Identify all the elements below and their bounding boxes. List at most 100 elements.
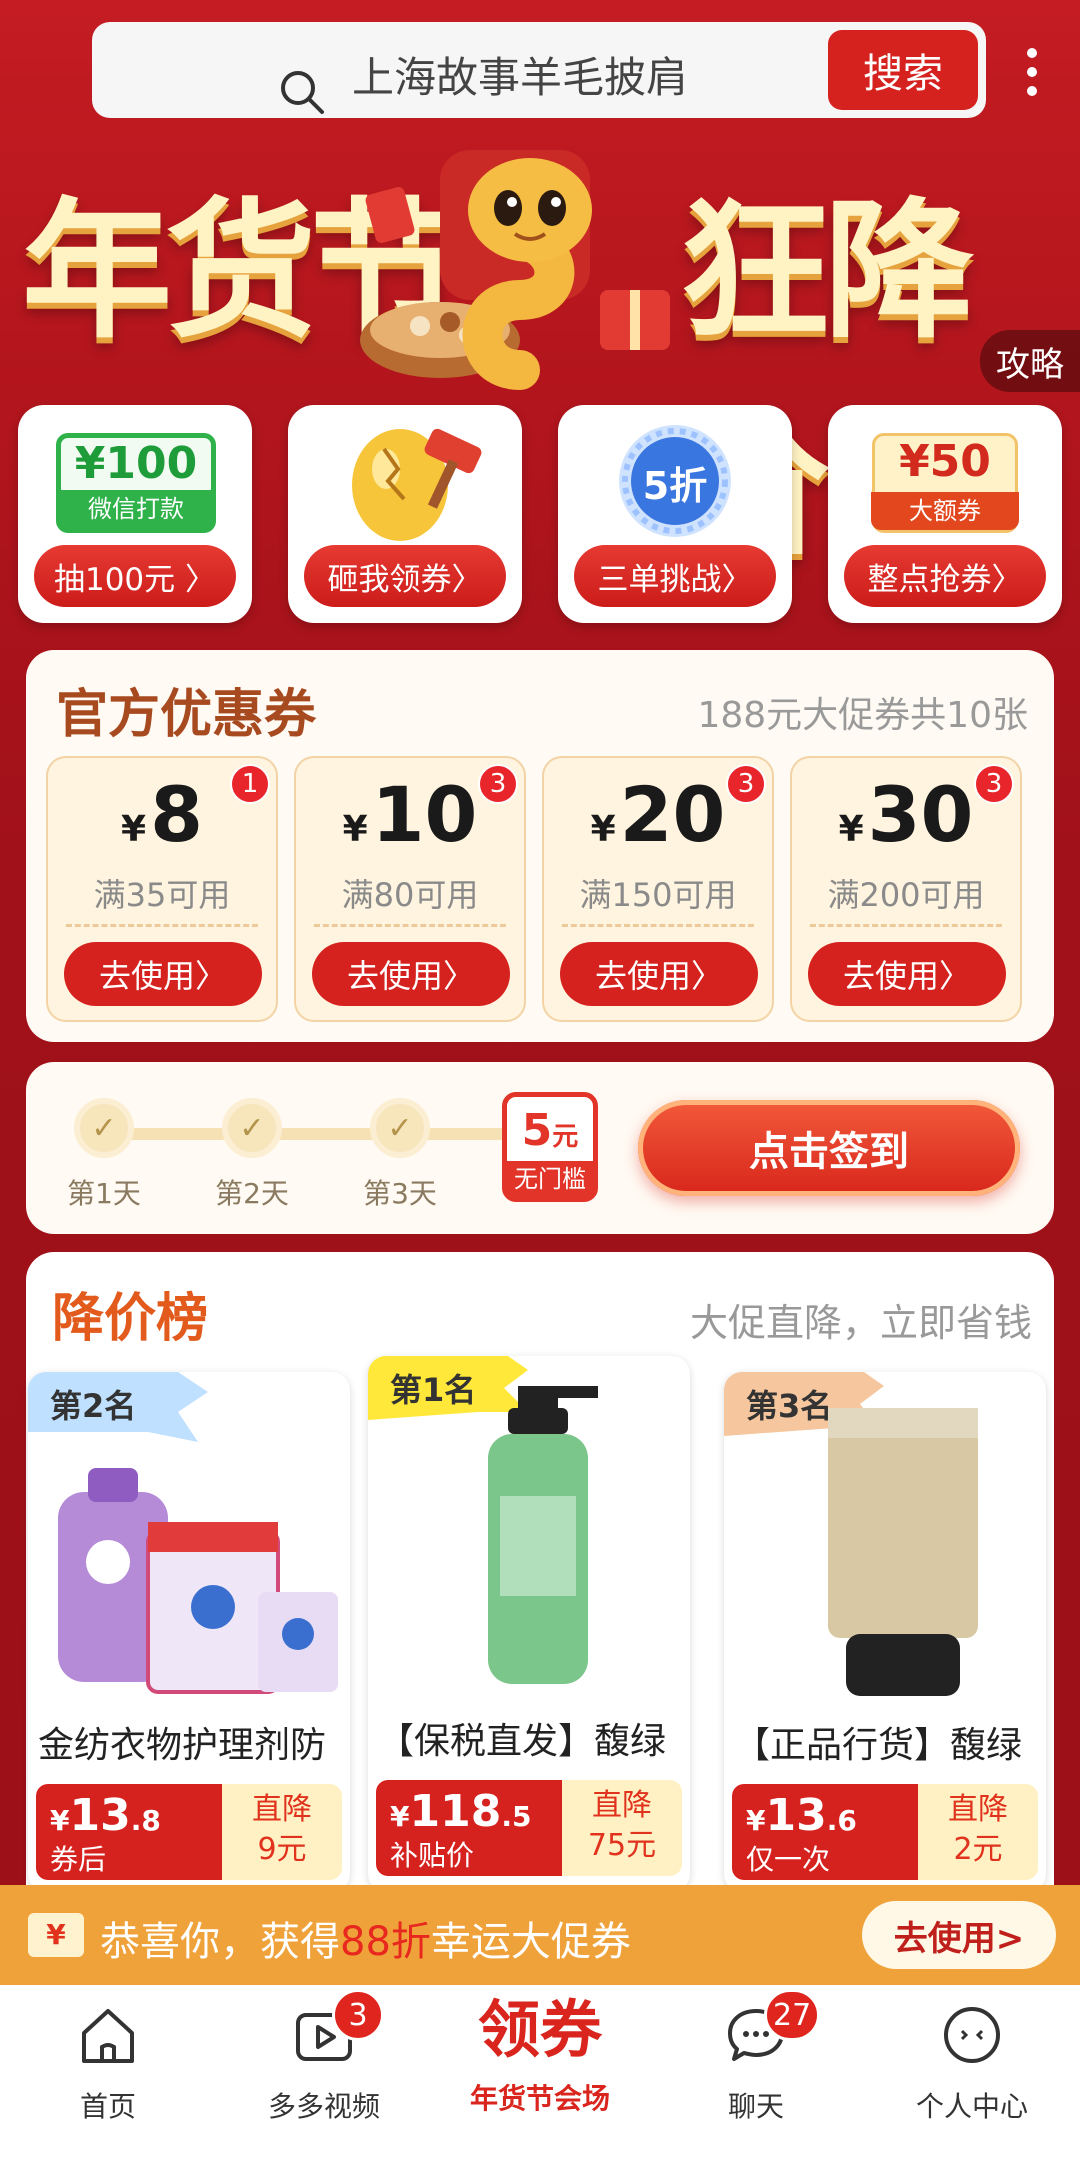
- product-name: 【正品行货】馥绿: [734, 1725, 1023, 1766]
- price-decimal: .8: [130, 1804, 161, 1837]
- video-badge: 3: [332, 1989, 384, 2041]
- guide-tag[interactable]: 攻略: [980, 330, 1080, 392]
- price-integer: 13: [69, 1790, 131, 1841]
- tab-big-text: 领券: [477, 1993, 602, 2066]
- toast-text-pre: 恭喜你，获得: [100, 1919, 340, 1965]
- product-name: 金纺衣物护理剂防: [38, 1725, 327, 1766]
- entry-label: 抽100元 〉: [34, 545, 236, 607]
- more-options-icon[interactable]: [1022, 48, 1042, 108]
- tab-label: 个人中心: [915, 2090, 1028, 2123]
- wechat-pay-label: 微信打款: [61, 490, 211, 528]
- drop-value: 9元: [257, 1832, 307, 1867]
- tab-label: 多多视频: [267, 2090, 380, 2123]
- tab-festival-venue[interactable]: 领券 年货节会场: [450, 1995, 630, 2117]
- tab-profile[interactable]: 个人中心: [882, 2003, 1062, 2125]
- toast-use-button[interactable]: 去使用>: [862, 1901, 1056, 1969]
- yen-sign: ¥: [746, 1804, 766, 1837]
- coupon-condition: 满150可用: [579, 876, 737, 914]
- toast-highlight: 88折: [340, 1919, 431, 1965]
- coupon-icon: ¥: [28, 1913, 84, 1957]
- price-note: 券后: [50, 1843, 107, 1876]
- price-note: 补贴价: [390, 1839, 475, 1872]
- drop-label: 直降: [948, 1792, 1008, 1827]
- sign-in-button[interactable]: 点击签到: [638, 1100, 1020, 1196]
- sign-in-panel: ✓ 第1天 ✓ 第2天 ✓ 第3天 5元 无门槛 点击签到: [26, 1062, 1054, 1234]
- wechat-cash-amount: ¥100: [74, 438, 198, 489]
- price-drop-ranking-panel: 降价榜 大促直降，立即省钱 第2名 金纺衣物护理剂防 ¥13.8 券后 直降 9…: [26, 1252, 1054, 1892]
- rank-tag: 第2名: [50, 1387, 137, 1425]
- coupon-count-badge: 1: [230, 764, 270, 804]
- ranking-subtitle: 大促直降，立即省钱: [689, 1301, 1032, 1345]
- day-label: 第1天: [67, 1177, 141, 1210]
- big-coupon-art: ¥50 大额券: [828, 419, 1062, 543]
- tab-home[interactable]: 首页: [18, 2003, 198, 2125]
- use-coupon-button[interactable]: 去使用〉: [560, 942, 758, 1006]
- coupon-card: ¥30 满200可用 去使用〉 3: [790, 756, 1022, 1022]
- bottom-tab-bar: 首页 3 多多视频 领券 年货节会场 27 聊天 个人中心: [0, 1985, 1080, 2157]
- chat-badge: 27: [764, 1989, 821, 2041]
- festival-banner[interactable]: 年货节 狂降价: [0, 130, 1080, 576]
- entry-label: 三单挑战〉: [574, 545, 776, 607]
- sign-in-progress-track: [106, 1128, 546, 1140]
- price-integer: 118: [409, 1786, 502, 1837]
- price-note: 仅一次: [746, 1843, 831, 1876]
- rank-tag: 第3名: [746, 1387, 833, 1425]
- sign-in-day-1: ✓ 第1天: [67, 1098, 141, 1212]
- entry-label: 整点抢券〉: [844, 545, 1046, 607]
- price-decimal: .6: [826, 1804, 857, 1837]
- coupon-50-amount: ¥50: [899, 436, 991, 487]
- check-icon: ✓: [370, 1098, 430, 1158]
- entry-hourly-coupon[interactable]: ¥50 大额券 整点抢券〉: [828, 405, 1062, 623]
- price-box: ¥118.5 补贴价 直降 75元: [376, 1780, 682, 1876]
- entry-three-orders[interactable]: 5折 三单挑战〉: [558, 405, 792, 623]
- price-decimal: .5: [501, 1800, 532, 1833]
- discount-text: 5折: [642, 464, 708, 508]
- use-coupon-button[interactable]: 去使用〉: [312, 942, 510, 1006]
- search-input[interactable]: 上海故事羊毛披肩: [352, 44, 688, 105]
- coupon-card: ¥10 满80可用 去使用〉 3: [294, 756, 526, 1022]
- wechat-cash-art: ¥100 微信打款: [18, 419, 252, 543]
- yen-sign: ¥: [838, 809, 864, 850]
- use-coupon-button[interactable]: 去使用〉: [808, 942, 1006, 1006]
- lucky-coupon-toast: ¥ 恭喜你，获得88折幸运大促券 去使用>: [0, 1885, 1080, 1985]
- entry-smash-egg[interactable]: 砸我领券〉: [288, 405, 522, 623]
- yen-sign: ¥: [121, 809, 147, 850]
- search-bar[interactable]: 上海故事羊毛披肩 搜索: [92, 22, 986, 118]
- coupon-count-badge: 3: [726, 764, 766, 804]
- day-label: 第3天: [363, 1177, 437, 1210]
- ranking-item[interactable]: 第1名 【保税直发】馥绿 ¥118.5 补贴价 直降 75元: [368, 1356, 690, 1892]
- use-coupon-button[interactable]: 去使用〉: [64, 942, 262, 1006]
- tab-label: 聊天: [727, 2090, 784, 2123]
- yen-sign: ¥: [342, 809, 368, 850]
- price-box: ¥13.8 券后 直降 9元: [36, 1784, 342, 1880]
- tab-chat[interactable]: 27 聊天: [666, 1989, 846, 2125]
- big-coupon-label: 大额券: [871, 492, 1019, 530]
- entry-label: 砸我领券〉: [304, 545, 506, 607]
- tab-video[interactable]: 3 多多视频: [234, 1989, 414, 2125]
- entry-lottery-100[interactable]: ¥100 微信打款 抽100元 〉: [18, 405, 252, 623]
- product-name: 【保税直发】馥绿: [378, 1721, 667, 1762]
- coupon-card: ¥8 满35可用 去使用〉 1: [46, 756, 278, 1022]
- ranking-item[interactable]: 第3名 【正品行货】馥绿 ¥13.6 仅一次 直降 2元: [724, 1372, 1046, 1892]
- coupon-amount: 8: [150, 770, 203, 859]
- coupon-count-badge: 3: [974, 764, 1014, 804]
- price-integer: 13: [765, 1790, 827, 1841]
- check-icon: ✓: [74, 1098, 134, 1158]
- ranking-item[interactable]: 第2名 金纺衣物护理剂防 ¥13.8 券后 直降 9元: [28, 1372, 350, 1892]
- search-icon: [281, 71, 324, 114]
- coupon-count-badge: 3: [478, 764, 518, 804]
- drop-value: 75元: [587, 1828, 657, 1863]
- check-icon: ✓: [222, 1098, 282, 1158]
- toast-text-post: 幸运大促券: [430, 1919, 631, 1965]
- coupon-amount: 30: [867, 770, 974, 859]
- day-label: 第2天: [215, 1177, 289, 1210]
- reward-value: 5: [521, 1105, 553, 1156]
- activity-entries: ¥100 微信打款 抽100元 〉 砸我领券〉 5折 三单挑战〉 ¥50 大额券…: [18, 405, 1062, 625]
- coupon-amount: 20: [619, 770, 726, 859]
- coupon-condition: 满80可用: [341, 876, 479, 914]
- page: 上海故事羊毛披肩 搜索 年货节 狂降价 攻略 ¥100: [0, 0, 1080, 2157]
- reward-unit: 元: [552, 1122, 579, 1152]
- yen-sign: ¥: [590, 809, 616, 850]
- yen-sign: ¥: [390, 1800, 410, 1833]
- search-button[interactable]: 搜索: [828, 30, 978, 110]
